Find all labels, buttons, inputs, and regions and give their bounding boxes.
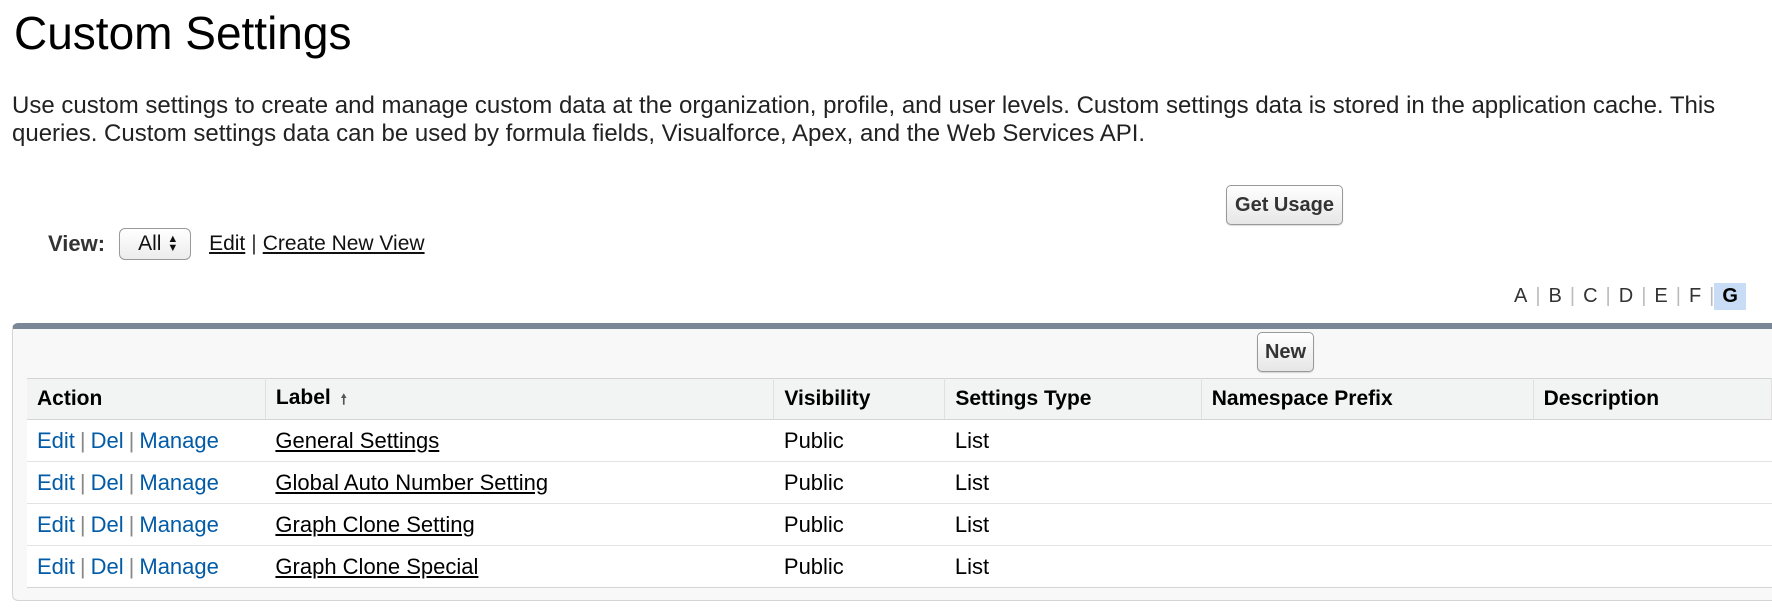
- row-namespace-prefix: [1201, 503, 1534, 546]
- action-separator: |: [79, 553, 86, 579]
- manage-link[interactable]: Manage: [139, 512, 219, 537]
- del-link[interactable]: Del: [91, 512, 124, 537]
- setting-label-link[interactable]: Global Auto Number Setting: [275, 470, 548, 495]
- alphabet-letter-g[interactable]: G: [1714, 283, 1746, 310]
- alphabet-letter-f[interactable]: F: [1681, 283, 1709, 310]
- setting-label-link[interactable]: Graph Clone Special: [275, 554, 478, 579]
- alphabet-letter-e[interactable]: E: [1646, 283, 1675, 310]
- alphabet-letter-b[interactable]: B: [1541, 283, 1570, 310]
- row-actions: Edit | Del | Manage: [27, 503, 266, 546]
- alphabet-letter-d[interactable]: D: [1611, 283, 1641, 310]
- row-description: [1533, 419, 1772, 462]
- action-separator: |: [128, 469, 135, 495]
- table-row: Edit | Del | Manage Graph Clone Setting Public…: [27, 503, 1772, 546]
- del-link[interactable]: Del: [91, 428, 124, 453]
- row-settings-type: List: [944, 545, 1202, 588]
- view-select-value: All: [138, 232, 162, 255]
- action-separator: |: [79, 427, 86, 453]
- action-separator: |: [128, 427, 135, 453]
- row-visibility: Public: [773, 545, 945, 588]
- page-title: Custom Settings: [14, 7, 352, 59]
- row-label: Graph Clone Special: [265, 545, 774, 588]
- get-usage-button[interactable]: Get Usage: [1226, 185, 1343, 225]
- column-header-action: Action: [27, 378, 266, 420]
- manage-link[interactable]: Manage: [139, 428, 219, 453]
- column-header-visibility: Visibility: [773, 378, 946, 420]
- alphabet-filter: A | B | C | D | E | F | G: [1506, 283, 1746, 310]
- row-visibility: Public: [773, 503, 945, 546]
- row-settings-type: List: [944, 503, 1202, 546]
- row-description: [1533, 461, 1772, 504]
- manage-link[interactable]: Manage: [139, 470, 219, 495]
- custom-settings-page: Custom Settings Use custom settings to c…: [0, 0, 1772, 614]
- edit-view-link[interactable]: Edit: [209, 232, 245, 256]
- row-actions: Edit | Del | Manage: [27, 461, 266, 504]
- edit-link[interactable]: Edit: [37, 470, 75, 495]
- row-settings-type: List: [944, 461, 1202, 504]
- table-row: Edit | Del | Manage Graph Clone Special Public…: [27, 545, 1772, 588]
- row-visibility: Public: [773, 461, 945, 504]
- row-description: [1533, 503, 1772, 546]
- column-header-namespace-prefix: Namespace Prefix: [1201, 378, 1534, 420]
- action-separator: |: [79, 469, 86, 495]
- row-actions: Edit | Del | Manage: [27, 419, 266, 462]
- row-label: Global Auto Number Setting: [265, 461, 774, 504]
- setting-label-link[interactable]: General Settings: [275, 428, 439, 453]
- table-row: Edit | Del | Manage General Settings Public Lis…: [27, 419, 1772, 462]
- page-description: Use custom settings to create and manage…: [12, 92, 1715, 148]
- view-link-separator: |: [251, 232, 257, 255]
- row-label: General Settings: [265, 419, 774, 462]
- custom-settings-table: Action Label 🠕 Visibility Settings Type N…: [27, 378, 1772, 588]
- column-header-label[interactable]: Label 🠕: [265, 378, 775, 420]
- row-namespace-prefix: [1201, 545, 1534, 588]
- setting-label-link[interactable]: Graph Clone Setting: [275, 512, 474, 537]
- del-link[interactable]: Del: [91, 470, 124, 495]
- row-namespace-prefix: [1201, 419, 1534, 462]
- row-namespace-prefix: [1201, 461, 1534, 504]
- description-line-2: queries. Custom settings data can be use…: [12, 120, 1146, 147]
- action-separator: |: [128, 553, 135, 579]
- table-row: Edit | Del | Manage Global Auto Number Settin…: [27, 461, 1772, 504]
- table-header-row: Action Label 🠕 Visibility Settings Type N…: [27, 378, 1772, 420]
- action-separator: |: [128, 511, 135, 537]
- column-header-settings-type: Settings Type: [944, 378, 1202, 420]
- row-settings-type: List: [944, 419, 1202, 462]
- row-visibility: Public: [773, 419, 945, 462]
- edit-link[interactable]: Edit: [37, 512, 75, 537]
- row-description: [1533, 545, 1772, 588]
- edit-link[interactable]: Edit: [37, 554, 75, 579]
- new-button[interactable]: New: [1257, 332, 1314, 372]
- view-select[interactable]: All ▲ ▼: [119, 228, 192, 260]
- del-link[interactable]: Del: [91, 554, 124, 579]
- edit-link[interactable]: Edit: [37, 428, 75, 453]
- column-header-description: Description: [1533, 378, 1772, 420]
- view-selector-row: View: All ▲ ▼ Edit | Create New View: [48, 228, 425, 260]
- row-actions: Edit | Del | Manage: [27, 545, 266, 588]
- sort-ascending-icon: 🠕: [340, 390, 347, 407]
- view-label: View:: [48, 231, 106, 256]
- action-separator: |: [79, 511, 86, 537]
- row-label: Graph Clone Setting: [265, 503, 774, 546]
- alphabet-letter-a[interactable]: A: [1506, 283, 1535, 310]
- alphabet-letter-c[interactable]: C: [1575, 283, 1605, 310]
- create-new-view-link[interactable]: Create New View: [263, 232, 425, 256]
- manage-link[interactable]: Manage: [139, 554, 219, 579]
- description-line-1: Use custom settings to create and manage…: [12, 92, 1716, 119]
- select-arrows-icon: ▲ ▼: [167, 233, 179, 254]
